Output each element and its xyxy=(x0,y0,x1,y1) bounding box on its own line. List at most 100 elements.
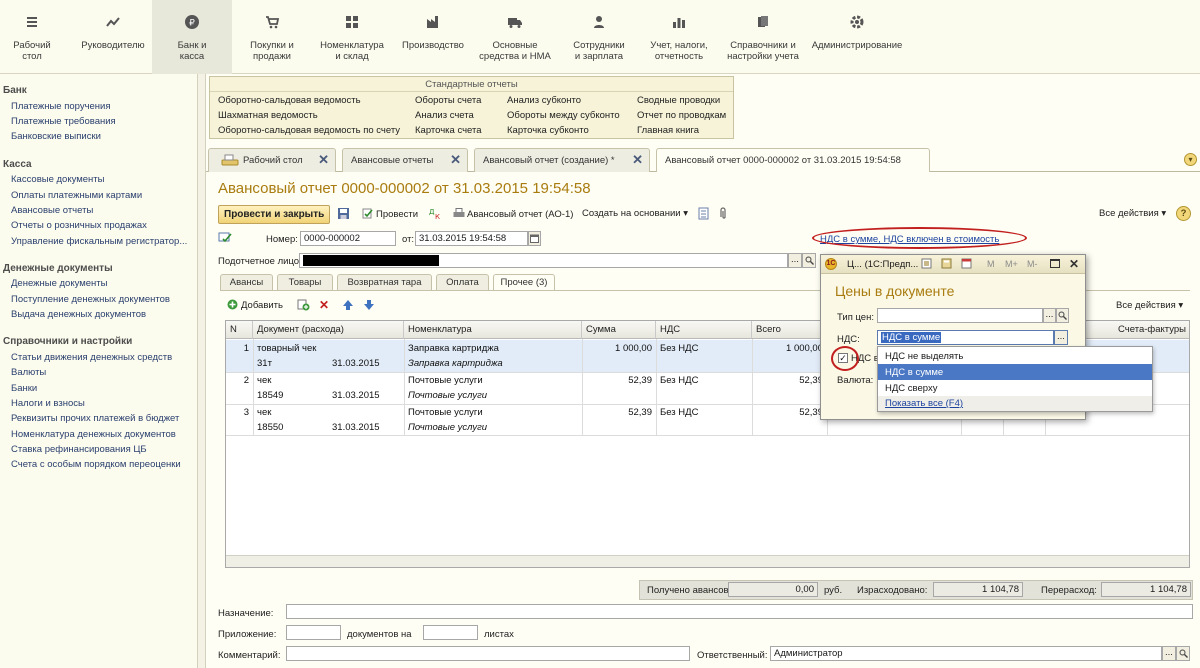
column-header-n[interactable]: N xyxy=(226,321,253,339)
nav-item[interactable]: Денежные документы xyxy=(11,278,107,289)
report-link[interactable]: Главная книга xyxy=(637,125,699,136)
report-link[interactable]: Оборотно-сальдовая ведомость xyxy=(218,95,361,106)
section-staff[interactable]: Сотрудники и зарплата xyxy=(566,0,632,74)
report-link[interactable]: Обороты между субконто xyxy=(507,110,620,121)
tab-desktop[interactable]: Рабочий стол ✕ xyxy=(208,148,336,172)
print-button[interactable]: Авансовый отчет (АО-1) xyxy=(453,208,573,220)
nav-item[interactable]: Платежные поручения xyxy=(11,101,111,112)
nav-item[interactable]: Реквизиты прочих платежей в бюджет xyxy=(11,413,179,424)
row-item-desc[interactable]: Заправка картриджа xyxy=(404,358,507,369)
section-references[interactable]: Справочники и настройки учета xyxy=(724,0,802,74)
row-item[interactable]: Почтовые услуги xyxy=(404,375,487,386)
report-link[interactable]: Сводные проводки xyxy=(637,95,720,106)
row-item[interactable]: Почтовые услуги xyxy=(404,407,487,418)
subtab-returnable-packaging[interactable]: Возвратная тара xyxy=(337,274,432,290)
table-all-actions-button[interactable]: Все действия ▾ xyxy=(1116,300,1183,311)
window-state-icon[interactable] xyxy=(921,258,932,272)
row-total[interactable]: 52,39 xyxy=(752,375,827,386)
section-nomenclature[interactable]: Номенклатура и склад xyxy=(315,0,389,74)
nav-item[interactable]: Платежные требования xyxy=(11,116,116,127)
report-icon[interactable] xyxy=(698,207,709,223)
row-doc-number[interactable]: 31т xyxy=(253,358,276,369)
row-doc-date[interactable]: 31.03.2015 xyxy=(328,358,384,369)
nav-item[interactable]: Валюты xyxy=(11,367,46,378)
column-header-vat[interactable]: НДС xyxy=(656,321,752,339)
select-button[interactable]: ... xyxy=(1043,308,1056,323)
row-number[interactable]: 3 xyxy=(226,407,253,418)
section-admin[interactable]: Администрирование xyxy=(810,0,904,74)
comment-field[interactable] xyxy=(286,646,690,661)
nav-item[interactable]: Счета с особым порядком переоценки xyxy=(11,459,181,470)
row-doc-date[interactable]: 31.03.2015 xyxy=(328,422,384,433)
subtab-goods[interactable]: Товары xyxy=(277,274,333,290)
nav-item[interactable]: Статьи движения денежных средств xyxy=(11,352,172,363)
section-production[interactable]: Производство xyxy=(397,0,469,74)
show-all-link[interactable]: Показать все (F4) xyxy=(878,396,1152,411)
post-button[interactable]: Провести xyxy=(362,208,418,220)
nav-item[interactable]: Оплаты платежными картами xyxy=(11,190,142,201)
report-link[interactable]: Анализ субконто xyxy=(507,95,581,106)
row-item-desc[interactable]: Почтовые услуги xyxy=(404,422,491,433)
search-icon[interactable] xyxy=(802,253,816,268)
arrow-up-icon[interactable] xyxy=(342,299,354,314)
select-button[interactable]: ... xyxy=(1162,646,1176,661)
close-icon[interactable]: ✕ xyxy=(450,152,461,168)
row-number[interactable]: 1 xyxy=(226,343,253,354)
column-header-total[interactable]: Всего xyxy=(752,321,827,339)
subtab-other[interactable]: Прочее (3) xyxy=(493,274,555,291)
arrow-down-icon[interactable] xyxy=(363,299,375,314)
section-accounting[interactable]: Учет, налоги, отчетность xyxy=(642,0,716,74)
select-button[interactable]: ... xyxy=(788,253,802,268)
calendar-icon[interactable] xyxy=(528,231,541,246)
report-link[interactable]: Анализ счета xyxy=(415,110,474,121)
memory-add-button[interactable]: M+ xyxy=(1005,259,1018,269)
nav-item[interactable]: Выдача денежных документов xyxy=(11,309,146,320)
row-sum[interactable]: 1 000,00 xyxy=(582,343,656,354)
row-vat[interactable]: Без НДС xyxy=(656,343,702,354)
maximize-icon[interactable] xyxy=(1050,259,1060,268)
nav-item[interactable]: Налоги и взносы xyxy=(11,398,85,409)
report-link[interactable]: Карточка счета xyxy=(415,125,482,136)
column-header-sum[interactable]: Сумма xyxy=(582,321,656,339)
nav-item[interactable]: Поступление денежных документов xyxy=(11,294,170,305)
horizontal-scrollbar[interactable] xyxy=(226,555,1189,567)
nav-item[interactable]: Банки xyxy=(11,383,37,394)
subtab-payment[interactable]: Оплата xyxy=(436,274,489,290)
report-link[interactable]: Карточка субконто xyxy=(507,125,589,136)
chevron-down-icon[interactable]: ▾ xyxy=(1184,153,1197,166)
panel-splitter[interactable] xyxy=(198,74,206,668)
close-icon[interactable]: ✕ xyxy=(1069,257,1079,271)
report-link[interactable]: Обороты счета xyxy=(415,95,481,106)
nav-item[interactable]: Управление фискальным регистратор... xyxy=(11,236,187,247)
row-doc-number[interactable]: 18550 xyxy=(253,422,287,433)
add-row-button[interactable]: Добавить xyxy=(227,299,283,311)
copy-row-icon[interactable] xyxy=(297,299,310,314)
row-doc-number[interactable]: 18549 xyxy=(253,390,287,401)
row-vat[interactable]: Без НДС xyxy=(656,375,702,386)
nav-item[interactable]: Ставка рефинансирования ЦБ xyxy=(11,444,147,455)
tab-advance-report-current[interactable]: Авансовый отчет 0000-000002 от 31.03.201… xyxy=(656,148,930,173)
nav-item[interactable]: Авансовые отчеты xyxy=(11,205,93,216)
post-and-close-button[interactable]: Провести и закрыть xyxy=(218,205,331,224)
close-icon[interactable]: ✕ xyxy=(632,152,643,168)
memory-subtract-button[interactable]: M- xyxy=(1027,259,1038,269)
row-doc-date[interactable]: 31.03.2015 xyxy=(328,390,384,401)
calculator-icon[interactable] xyxy=(941,258,952,272)
attachment-sheets-field[interactable] xyxy=(423,625,478,640)
create-based-on-button[interactable]: Создать на основании ▾ xyxy=(582,208,688,219)
tab-advance-reports[interactable]: Авансовые отчеты ✕ xyxy=(342,148,468,172)
help-button[interactable]: ? xyxy=(1176,206,1191,221)
subtab-advances[interactable]: Авансы xyxy=(220,274,273,290)
nav-item[interactable]: Отчеты о розничных продажах xyxy=(11,220,147,231)
date-field[interactable]: 31.03.2015 19:54:58 xyxy=(415,231,528,246)
row-total[interactable]: 52,39 xyxy=(752,407,827,418)
row-item[interactable]: Заправка картриджа xyxy=(404,343,503,354)
close-icon[interactable]: ✕ xyxy=(318,152,329,168)
row-doc-type[interactable]: чек xyxy=(253,407,275,418)
select-button[interactable]: ... xyxy=(1054,330,1068,345)
row-doc-type[interactable]: чек xyxy=(253,375,275,386)
all-actions-button[interactable]: Все действия ▾ xyxy=(1099,208,1166,219)
dropdown-option-vat-on-top[interactable]: НДС сверху xyxy=(878,380,1152,396)
purpose-field[interactable] xyxy=(286,604,1193,619)
memory-button[interactable]: M xyxy=(987,259,995,269)
